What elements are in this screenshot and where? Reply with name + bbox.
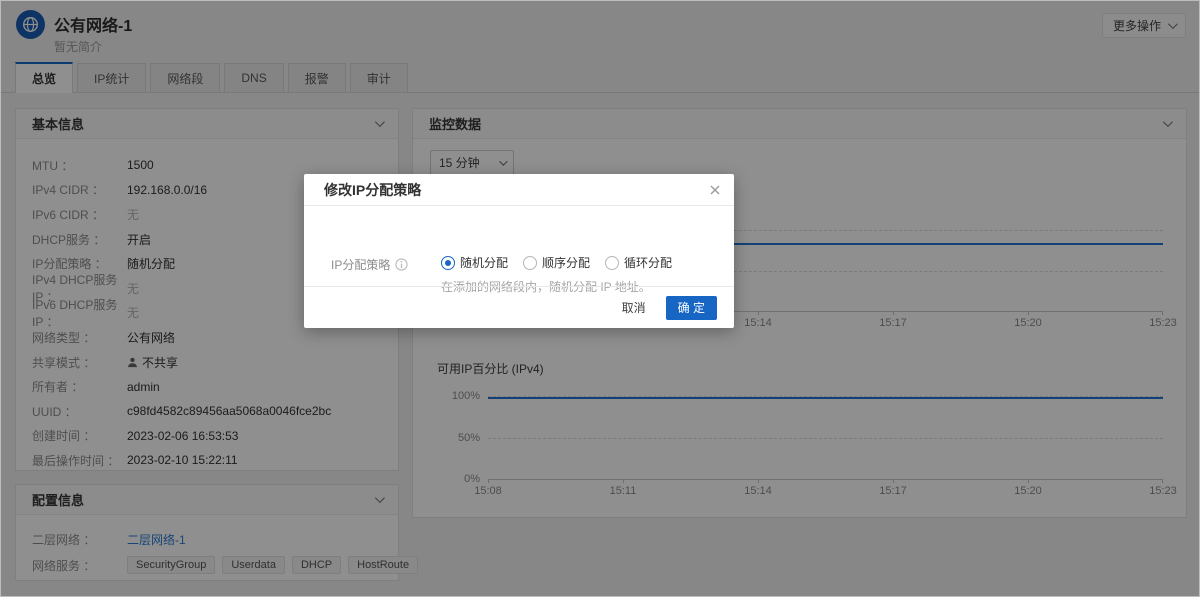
radio-icon[interactable] — [523, 255, 538, 270]
info-icon — [395, 258, 408, 271]
radio-random-allocation[interactable]: 随机分配 — [441, 254, 508, 271]
close-icon[interactable] — [708, 183, 722, 197]
radio-icon[interactable] — [605, 255, 620, 270]
radio-label: 顺序分配 — [542, 256, 591, 270]
ip-policy-radio-group: 随机分配 顺序分配 循环分配 — [441, 254, 672, 271]
dialog-header: 修改IP分配策略 — [304, 174, 734, 206]
confirm-button[interactable]: 确 定 — [665, 295, 717, 320]
radio-icon[interactable] — [441, 255, 455, 270]
ip-policy-field-label: IP分配策略 — [331, 256, 408, 273]
radio-round-robin-allocation[interactable]: 循环分配 — [605, 254, 672, 271]
radio-label: 随机分配 — [460, 256, 509, 270]
cancel-button[interactable]: 取消 — [622, 299, 646, 316]
dialog-body: IP分配策略 随机分配 顺序分配 循环分配 在添加的网络段内，随机分配 IP 地… — [304, 206, 734, 294]
radio-label: 循环分配 — [624, 256, 673, 270]
field-label-text: IP分配策略 — [331, 258, 391, 272]
dialog-title: 修改IP分配策略 — [324, 181, 422, 198]
modify-ip-policy-dialog: 修改IP分配策略 IP分配策略 随机分配 顺序分配 循环分配 在添加的网络段内，… — [304, 174, 734, 328]
dialog-footer: 取消 确 定 — [304, 286, 734, 328]
radio-sequential-allocation[interactable]: 顺序分配 — [523, 254, 590, 271]
